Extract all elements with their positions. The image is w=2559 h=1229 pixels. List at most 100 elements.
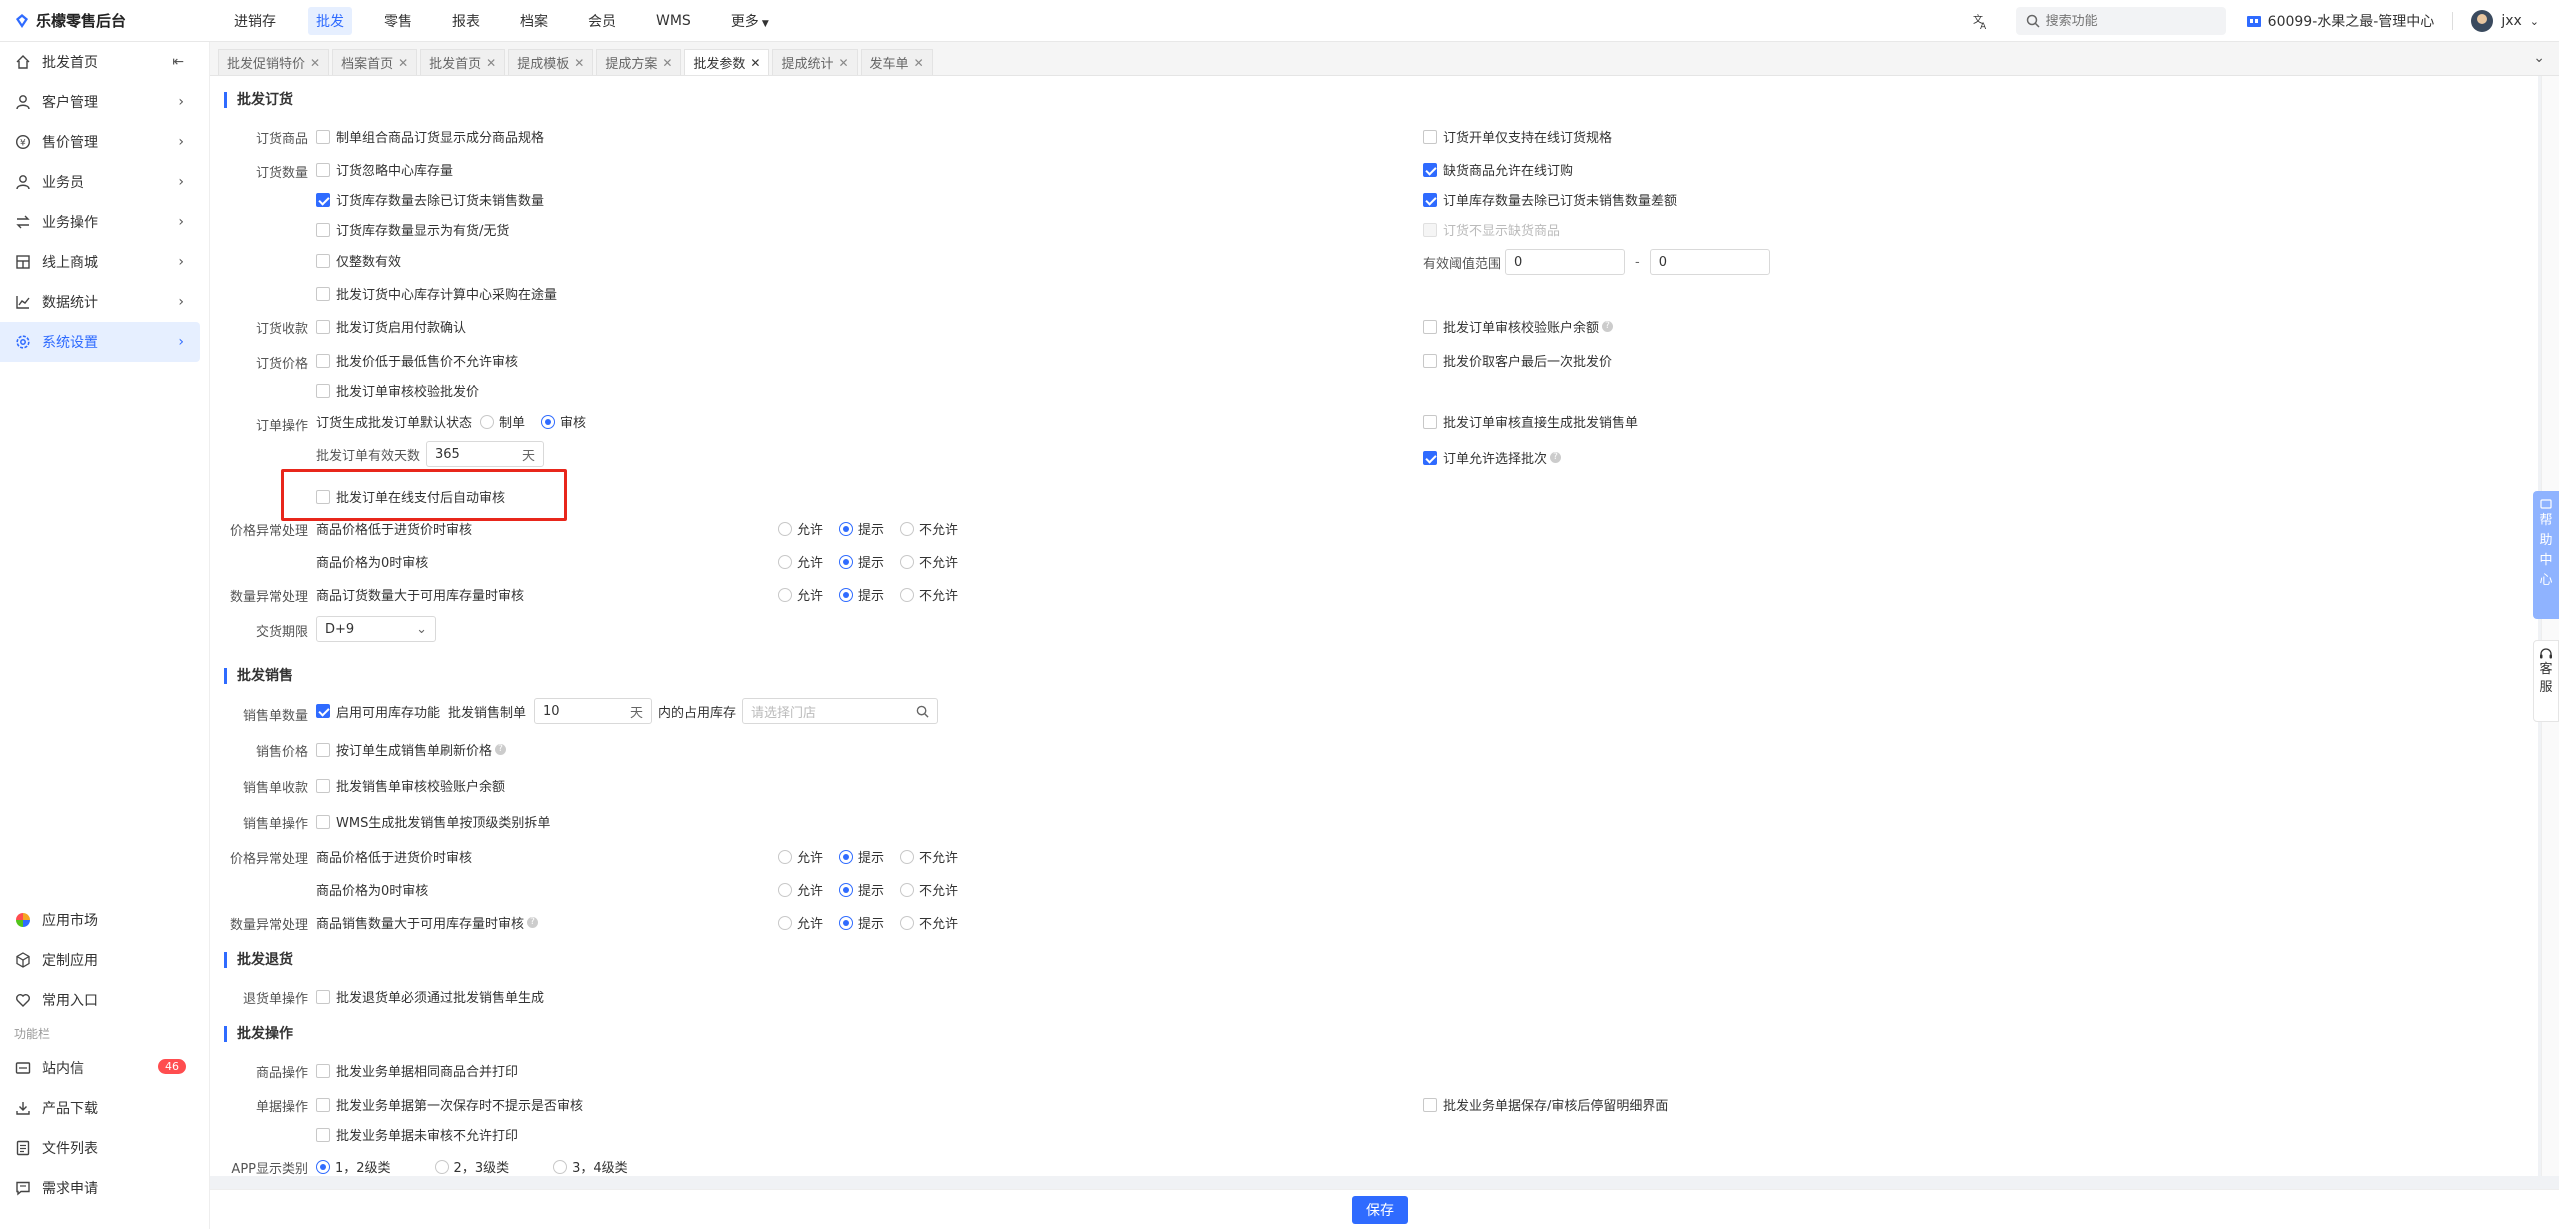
radio-prompt[interactable]: 提示 (839, 552, 884, 571)
radio-selected[interactable] (541, 414, 556, 429)
radio[interactable] (434, 1159, 449, 1174)
tab-dispatch[interactable]: 发车单 ✕ (860, 49, 933, 75)
checkbox[interactable] (1423, 319, 1437, 334)
checkbox[interactable] (316, 383, 330, 398)
option-stay-on-detail[interactable]: 批发业务单据保存/审核后停留明细界面 (1423, 1095, 1668, 1114)
radio[interactable] (778, 587, 792, 602)
radio[interactable] (900, 554, 915, 569)
close-icon[interactable]: ✕ (310, 56, 320, 70)
checkbox[interactable] (316, 1097, 330, 1112)
radio-deny[interactable]: 不允许 (900, 552, 958, 571)
radio-selected[interactable] (839, 554, 854, 569)
nav-archive[interactable]: 档案 (512, 7, 556, 35)
radio-deny[interactable]: 不允许 (900, 913, 958, 932)
close-icon[interactable]: ✕ (486, 56, 496, 70)
sidebar-item-statistics[interactable]: 数据统计 › (0, 282, 200, 322)
radio-audit[interactable]: 审核 (541, 412, 586, 431)
search-box[interactable] (2015, 7, 2226, 35)
checkbox-checked[interactable] (1423, 162, 1437, 177)
radio-prompt[interactable]: 提示 (839, 880, 884, 899)
radio-selected[interactable] (839, 587, 854, 602)
option-payment-confirm[interactable]: 批发订货启用付款确认 (316, 317, 466, 336)
radio-draft[interactable]: 制单 (480, 412, 525, 431)
radio[interactable] (900, 882, 915, 897)
collapse-sidebar-icon[interactable]: ⇤ (172, 54, 184, 70)
radio[interactable] (480, 414, 495, 429)
radio-selected[interactable] (839, 849, 854, 864)
checkbox[interactable] (316, 1063, 330, 1078)
option-last-price[interactable]: 批发价取客户最后一次批发价 (1423, 351, 1612, 370)
radio-allow[interactable]: 允许 (778, 519, 823, 538)
close-icon[interactable]: ✕ (662, 56, 672, 70)
content-scrollbar[interactable] (2541, 76, 2559, 1176)
checkbox[interactable] (316, 129, 330, 144)
radio[interactable] (778, 849, 792, 864)
radio-selected[interactable] (839, 882, 854, 897)
tab-wholesale-params[interactable]: 批发参数 ✕ (684, 49, 770, 75)
sidebar-item-messages[interactable]: 站内信 46 (0, 1048, 200, 1088)
radio-prompt[interactable]: 提示 (839, 913, 884, 932)
nav-retail[interactable]: 零售 (376, 7, 420, 35)
option-return-via-sales[interactable]: 批发退货单必须通过批发销售单生成 (316, 987, 544, 1006)
option-stock-minus-diff[interactable]: 订单库存数量去除已订货未销售数量差额 (1423, 190, 1677, 209)
option-no-audit-prompt[interactable]: 批发业务单据第一次保存时不提示是否审核 (316, 1095, 583, 1114)
sidebar-item-online-mall[interactable]: 线上商城 › (0, 242, 200, 282)
checkbox[interactable] (1423, 1097, 1437, 1112)
sidebar-item-wholesale-home[interactable]: 批发首页 ⇤ (0, 42, 200, 82)
checkbox[interactable] (316, 989, 330, 1004)
option-merge-print[interactable]: 批发业务单据相同商品合并打印 (316, 1061, 518, 1080)
radio-selected[interactable] (839, 521, 854, 536)
option-check-balance[interactable]: 批发订单审核校验账户余额? (1423, 317, 1614, 336)
info-icon[interactable]: ? (1602, 321, 1614, 332)
radio-prompt[interactable]: 提示 (839, 585, 884, 604)
checkbox[interactable] (1423, 353, 1437, 368)
checkbox[interactable] (1423, 129, 1437, 144)
radio[interactable] (778, 521, 792, 536)
option-allow-out-of-stock[interactable]: 缺货商品允许在线订购 (1423, 160, 1573, 179)
checkbox[interactable] (316, 742, 330, 757)
checkbox[interactable] (316, 353, 330, 368)
radio[interactable] (778, 882, 792, 897)
checkbox[interactable] (316, 778, 330, 793)
checkbox[interactable] (316, 162, 330, 177)
radio-selected[interactable] (316, 1159, 330, 1174)
option-allow-batch[interactable]: 订单允许选择批次? (1423, 448, 1562, 467)
sidebar-item-settings[interactable]: 系统设置 › (0, 322, 200, 362)
user-menu[interactable]: jxx ⌄ (2471, 10, 2539, 32)
radio[interactable] (553, 1159, 568, 1174)
radio-deny[interactable]: 不允许 (900, 847, 958, 866)
nav-wms[interactable]: WMS (648, 9, 699, 33)
radio-level-23[interactable]: 2，3级类 (434, 1157, 509, 1176)
close-icon[interactable]: ✕ (398, 56, 408, 70)
search-input[interactable] (2045, 13, 2216, 29)
option-stock-yes-no[interactable]: 订货库存数量显示为有货/无货 (316, 220, 509, 239)
option-direct-sales-order[interactable]: 批发订单审核直接生成批发销售单 (1423, 412, 1638, 431)
customer-service-button[interactable]: 客 服 (2533, 640, 2559, 722)
close-icon[interactable]: ✕ (574, 56, 584, 70)
sidebar-item-files[interactable]: 文件列表 (0, 1128, 200, 1168)
sidebar-item-customers[interactable]: 客户管理 › (0, 82, 200, 122)
sidebar-item-prices[interactable]: ¥ 售价管理 › (0, 122, 200, 162)
info-icon[interactable]: ? (527, 917, 539, 928)
tabs-dropdown-icon[interactable]: ⌄ (2533, 50, 2545, 66)
threshold-min-input[interactable]: 0 (1505, 249, 1626, 275)
radio-allow[interactable]: 允许 (778, 880, 823, 899)
option-no-print-unaudited[interactable]: 批发业务单据未审核不允许打印 (316, 1125, 518, 1144)
option-stock-minus-ordered[interactable]: 订货库存数量去除已订货未销售数量 (316, 190, 544, 209)
option-wms-split[interactable]: WMS生成批发销售单按顶级类别拆单 (316, 812, 550, 831)
threshold-max-input[interactable]: 0 (1649, 249, 1770, 275)
radio-level-12[interactable]: 1，2级类 (316, 1157, 391, 1176)
info-icon[interactable]: ? (495, 744, 507, 755)
nav-inventory[interactable]: 进销存 (226, 7, 284, 35)
radio-allow[interactable]: 允许 (778, 847, 823, 866)
close-icon[interactable]: ✕ (750, 56, 760, 70)
store-selector[interactable]: 60099-水果之最-管理中心 (2246, 11, 2434, 31)
option-center-in-transit[interactable]: 批发订货中心库存计算中心采购在途量 (316, 284, 557, 303)
radio-deny[interactable]: 不允许 (900, 585, 958, 604)
info-icon[interactable]: ? (1550, 452, 1562, 463)
checkbox-checked[interactable] (1423, 192, 1437, 207)
radio-allow[interactable]: 允许 (778, 913, 823, 932)
radio-allow[interactable]: 允许 (778, 585, 823, 604)
checkbox[interactable] (316, 319, 330, 334)
nav-more[interactable]: 更多 ▼ (723, 7, 777, 35)
